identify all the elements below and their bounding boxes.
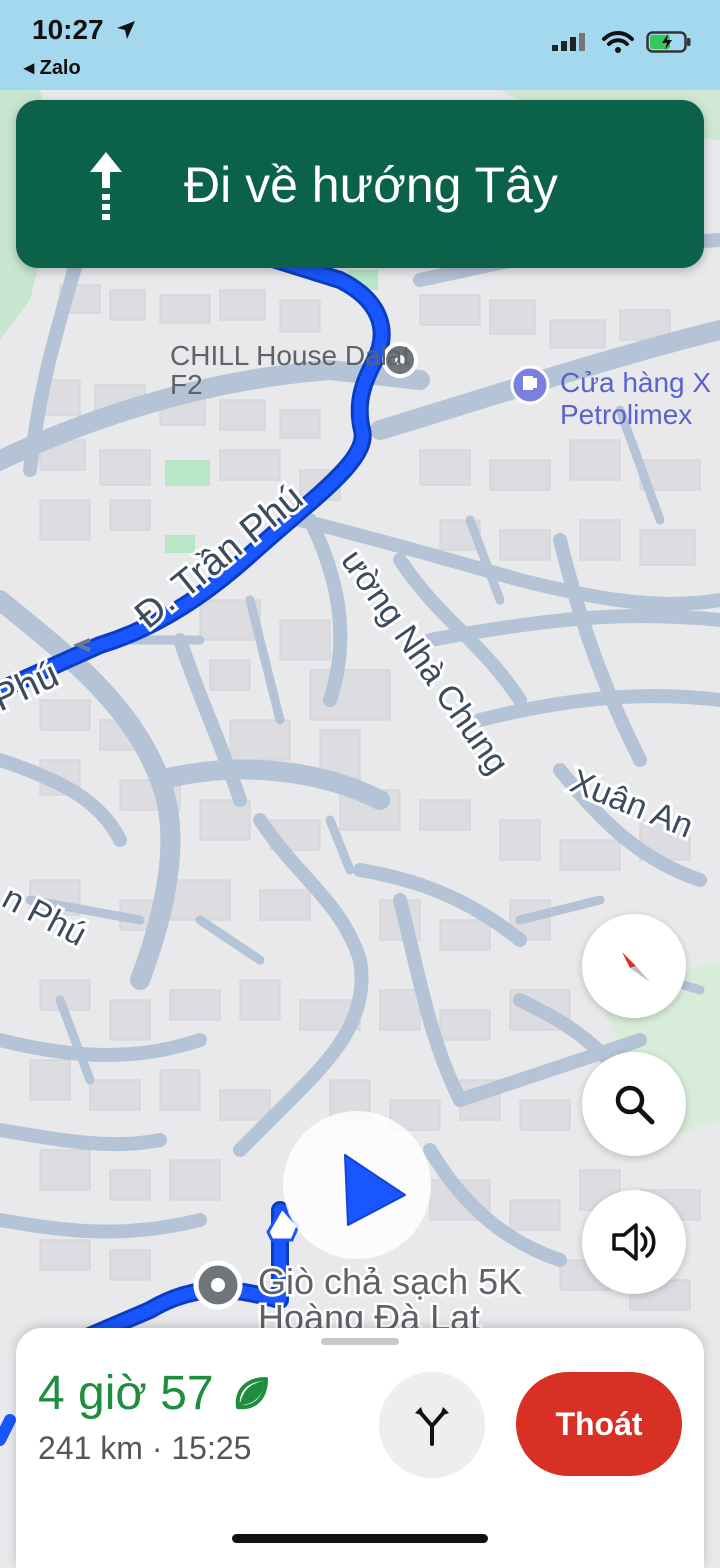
current-location-puck[interactable] (283, 1111, 431, 1259)
home-indicator[interactable] (232, 1534, 488, 1543)
wifi-icon (602, 31, 634, 53)
poi-chill-house-label: CHILL House Dalat (170, 340, 410, 371)
exit-navigation-button[interactable]: Thoát (516, 1372, 682, 1476)
straight-arrow-icon (90, 152, 122, 220)
status-bar: 10:27 ◂ Zalo (0, 0, 720, 90)
navigation-instruction-text: Đi về hướng Tây (184, 157, 558, 213)
poi-chill-house-sublabel: F2 (170, 369, 203, 400)
battery-icon (646, 31, 691, 53)
back-to-app[interactable]: ◂ Zalo (24, 55, 81, 80)
status-time: 10:27 (32, 14, 137, 46)
location-arrow-icon (117, 21, 136, 39)
compass-button[interactable] (582, 914, 686, 1018)
search-button[interactable] (582, 1052, 686, 1156)
poi-petrolimex-label: Cửa hàng X (560, 367, 711, 398)
signal-icon (552, 33, 585, 51)
sound-button[interactable] (582, 1190, 686, 1294)
trip-distance-arrival: 241 km · 15:25 (38, 1430, 252, 1466)
status-icons (550, 28, 692, 56)
sheet-drag-handle[interactable] (321, 1338, 399, 1345)
alternate-routes-button[interactable] (379, 1372, 485, 1478)
poi-petrolimex-pin[interactable] (510, 365, 550, 405)
leaf-icon (235, 1376, 268, 1409)
trip-summary-sheet[interactable]: 4 giờ 57 241 km · 15:25 Thoát (16, 1328, 704, 1568)
poi-gio-cha-pin[interactable] (193, 1260, 243, 1310)
compass-icon (622, 952, 650, 982)
volume-icon (612, 1223, 656, 1261)
poi-gio-cha-label: Giò chả sạch 5K (258, 1261, 522, 1302)
search-icon (615, 1085, 655, 1125)
poi-petrolimex-sublabel: Petrolimex (560, 399, 692, 430)
alt-routes-icon (415, 1407, 449, 1446)
eta-duration: 4 giờ 57 (38, 1366, 270, 1421)
navigation-instruction-banner[interactable]: Đi về hướng Tây (16, 100, 704, 268)
